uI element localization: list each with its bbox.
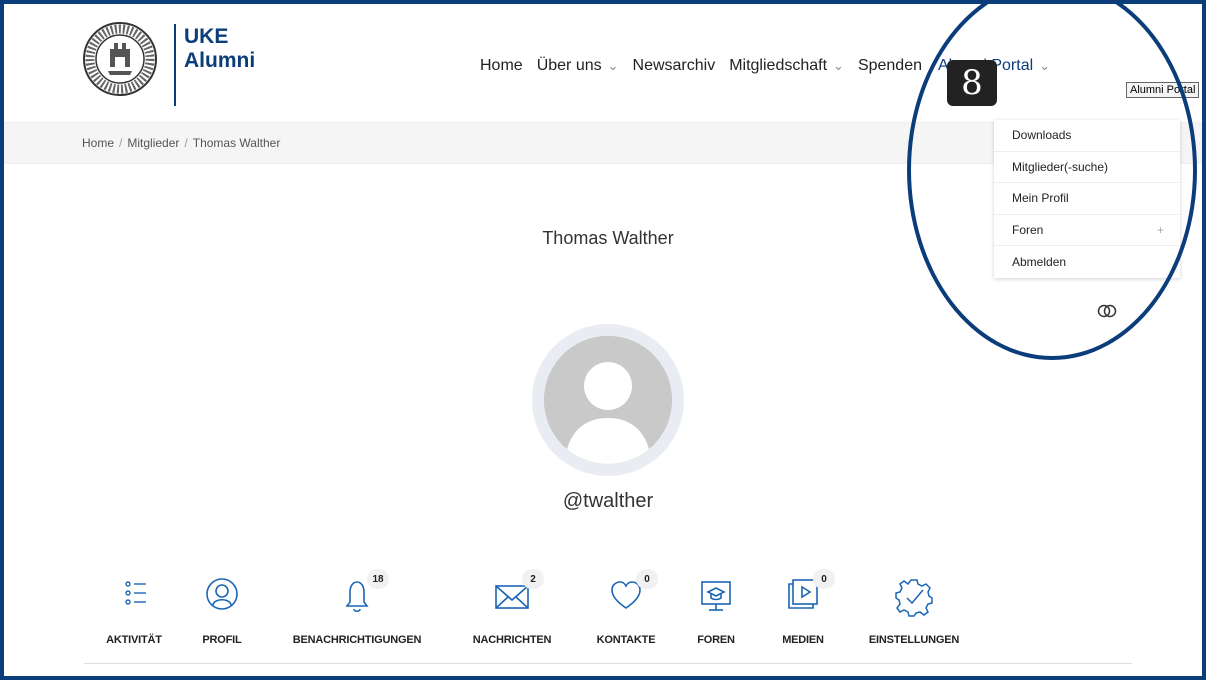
tabs-divider	[84, 663, 1132, 664]
dark-mode-toggle-icon[interactable]	[1096, 304, 1118, 318]
tab-einstellungen[interactable]: EINSTELLUNGEN	[862, 574, 966, 646]
chevron-down-icon: ⌄	[1039, 58, 1051, 73]
bell-icon: 18	[335, 569, 389, 618]
media-icon: 0	[781, 569, 835, 618]
contact-count-badge: 0	[636, 569, 658, 589]
avatar[interactable]	[532, 324, 684, 476]
tab-medien[interactable]: 0 MEDIEN	[776, 569, 835, 646]
profile-handle: @twalther	[562, 490, 654, 512]
notification-count-badge: 18	[367, 569, 389, 589]
nav-spenden-label: Spenden	[857, 57, 922, 74]
nav-home[interactable]: Home	[480, 57, 523, 75]
nav-home-label: Home	[480, 57, 523, 74]
tab-foren[interactable]: FOREN	[692, 574, 740, 646]
tab-label: AKTIVITÄT	[106, 634, 162, 646]
chevron-down-icon: ⌄	[833, 58, 844, 73]
dropdown-item-label: Abmelden	[1012, 254, 1067, 269]
dropdown-item-downloads[interactable]: Downloads	[994, 120, 1180, 152]
dropdown-item-label: Downloads	[1012, 128, 1072, 143]
nav-ueber-uns-label: Über uns	[536, 57, 602, 74]
breadcrumb-mitglieder[interactable]: Mitglieder	[127, 136, 179, 150]
nav-mitgliedschaft[interactable]: Mitgliedschaft ⌄	[729, 57, 844, 75]
nav-newsarchiv-label: Newsarchiv	[632, 57, 716, 74]
nav-spenden[interactable]: Spenden	[858, 57, 922, 75]
tab-kontakte[interactable]: 0 KONTAKTE	[592, 569, 660, 646]
breadcrumb-home[interactable]: Home	[82, 136, 114, 150]
forum-icon	[694, 574, 738, 618]
breadcrumb: Home / Mitglieder / Thomas Walther	[82, 136, 280, 150]
envelope-icon: 2	[490, 569, 544, 618]
dropdown-item-label: Mitglieder(-suche)	[1012, 159, 1109, 174]
nav-mitgliedschaft-label: Mitgliedschaft	[729, 57, 828, 74]
tab-label: FOREN	[697, 634, 735, 646]
tab-label: NACHRICHTEN	[472, 634, 552, 646]
tooltip: Alumni Portal	[1126, 82, 1200, 98]
logo-divider	[174, 24, 176, 106]
tab-label: EINSTELLUNGEN	[868, 634, 960, 646]
dropdown-item-mitglieder-suche[interactable]: Mitglieder(-suche)	[994, 152, 1180, 183]
breadcrumb-separator: /	[119, 136, 123, 150]
list-icon	[112, 574, 156, 618]
site-header: UKE Alumni Home Über uns ⌄ Newsarchiv Mit…	[4, 4, 1202, 122]
tab-label: BENACHRICHTIGUNGEN	[292, 634, 422, 646]
dropdown-item-mein-profil[interactable]: Mein Profil	[994, 183, 1180, 215]
expand-plus-icon[interactable]: +	[1157, 223, 1164, 237]
avatar-placeholder	[544, 336, 672, 464]
message-count-badge: 2	[522, 569, 544, 589]
breadcrumb-separator: /	[184, 136, 188, 150]
step-number-badge: 8	[947, 60, 997, 106]
media-count-badge: 0	[813, 569, 835, 589]
brand-line1: UKE	[184, 25, 229, 48]
breadcrumb-current: Thomas Walther	[192, 136, 281, 150]
brand-logo-text[interactable]: UKE Alumni	[184, 25, 255, 73]
tab-label: KONTAKTE	[596, 634, 656, 646]
alumni-portal-dropdown: Downloads Mitglieder(-suche) Mein Profil…	[994, 120, 1180, 278]
tab-benachrichtigungen[interactable]: 18 BENACHRICHTIGUNGEN	[284, 569, 430, 646]
tab-aktivitaet[interactable]: AKTIVITÄT	[102, 574, 166, 646]
tab-label: PROFIL	[202, 634, 242, 646]
tab-label: MEDIEN	[782, 634, 824, 646]
dropdown-item-foren[interactable]: Foren +	[994, 215, 1180, 246]
nav-ueber-uns[interactable]: Über uns ⌄	[537, 57, 619, 75]
user-silhouette-icon	[544, 336, 672, 464]
heart-icon: 0	[604, 569, 658, 618]
tab-profil[interactable]: PROFIL	[196, 574, 248, 646]
dropdown-item-label: Mein Profil	[1012, 191, 1069, 206]
dropdown-item-label: Foren	[1012, 222, 1044, 237]
dropdown-item-abmelden[interactable]: Abmelden	[994, 246, 1180, 278]
profile-tabs: AKTIVITÄT PROFIL 18 BENACHRICHTIGUNGEN 2…	[0, 569, 1206, 654]
settings-gear-icon	[892, 574, 936, 618]
chevron-down-icon: ⌄	[607, 58, 619, 73]
tab-nachrichten[interactable]: 2 NACHRICHTEN	[466, 569, 558, 646]
brand-line2: Alumni	[184, 49, 256, 72]
profile-icon	[200, 574, 244, 618]
nav-newsarchiv[interactable]: Newsarchiv	[633, 57, 716, 75]
university-seal-logo[interactable]	[82, 21, 158, 97]
